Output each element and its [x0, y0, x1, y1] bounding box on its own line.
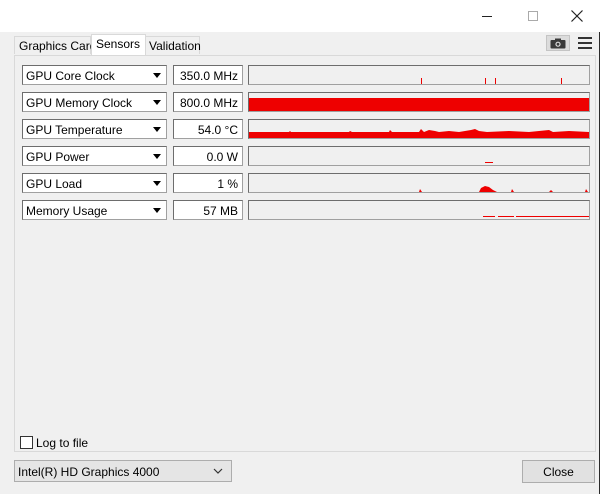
sensor-value: 0.0 W [173, 146, 243, 166]
sensor-value: 800.0 MHz [173, 92, 243, 112]
screenshot-button[interactable] [546, 35, 570, 51]
sensor-name-label: GPU Load [26, 177, 83, 191]
sensor-row: GPU Temperature 54.0 °C [22, 119, 590, 139]
sensor-name-dropdown[interactable]: GPU Memory Clock [22, 92, 167, 112]
log-to-file-checkbox[interactable] [20, 436, 33, 449]
sensor-name-label: Memory Usage [26, 204, 108, 218]
sensor-graph [248, 146, 590, 166]
sensor-row: GPU Power 0.0 W [22, 146, 590, 166]
sensor-graph [248, 200, 590, 220]
tab-sensors[interactable]: Sensors [91, 34, 146, 55]
sensor-graph [248, 65, 590, 85]
title-bar [0, 0, 600, 32]
sensor-value: 57 MB [173, 200, 243, 220]
sensor-name-dropdown[interactable]: GPU Core Clock [22, 65, 167, 85]
sensor-graph [248, 119, 590, 139]
tab-graphics-card[interactable]: Graphics Card [14, 36, 96, 54]
sensor-name-label: GPU Memory Clock [26, 96, 133, 110]
chevron-down-icon [213, 465, 223, 479]
sensor-value: 54.0 °C [173, 119, 243, 139]
close-button-label: Close [543, 464, 574, 479]
sensor-graph [248, 173, 590, 193]
sensor-value: 350.0 MHz [173, 65, 243, 85]
dropdown-arrow-icon [153, 154, 161, 159]
sensor-value: 1 % [173, 173, 243, 193]
sensor-name-label: GPU Core Clock [26, 69, 115, 83]
dropdown-arrow-icon [153, 127, 161, 132]
close-button[interactable]: Close [522, 460, 595, 483]
maximize-icon [528, 11, 538, 21]
gpuz-window: Graphics Card Validation Sensors GPU Cor… [0, 0, 600, 494]
camera-icon [550, 38, 566, 48]
sensor-row: GPU Core Clock 350.0 MHz [22, 65, 590, 85]
tab-validation[interactable]: Validation [144, 36, 201, 54]
device-select[interactable]: Intel(R) HD Graphics 4000 [14, 460, 232, 482]
dropdown-arrow-icon [153, 100, 161, 105]
log-to-file-label: Log to file [36, 436, 89, 450]
sensor-row: GPU Load 1 % [22, 173, 590, 193]
sensor-name-dropdown[interactable]: Memory Usage [22, 200, 167, 220]
sensor-name-dropdown[interactable]: GPU Power [22, 146, 167, 166]
sensor-name-label: GPU Temperature [26, 123, 123, 137]
sensor-graph [248, 92, 590, 112]
sensors-panel: GPU Core Clock 350.0 MHz GPU Memory Cloc… [14, 55, 596, 452]
sensor-row: GPU Memory Clock 800.0 MHz [22, 92, 590, 112]
maximize-button[interactable] [510, 0, 556, 32]
sensor-name-dropdown[interactable]: GPU Load [22, 173, 167, 193]
menu-button[interactable] [578, 37, 592, 49]
hamburger-menu-icon [578, 37, 592, 49]
sensor-row: Memory Usage 57 MB [22, 200, 590, 220]
dropdown-arrow-icon [153, 73, 161, 78]
minimize-button[interactable] [464, 0, 510, 32]
dropdown-arrow-icon [153, 181, 161, 186]
close-icon [571, 10, 583, 22]
device-select-value: Intel(R) HD Graphics 4000 [18, 465, 160, 479]
sensor-name-label: GPU Power [26, 150, 90, 164]
minimize-icon [482, 15, 492, 17]
close-window-button[interactable] [554, 0, 600, 32]
dropdown-arrow-icon [153, 208, 161, 213]
sensor-name-dropdown[interactable]: GPU Temperature [22, 119, 167, 139]
